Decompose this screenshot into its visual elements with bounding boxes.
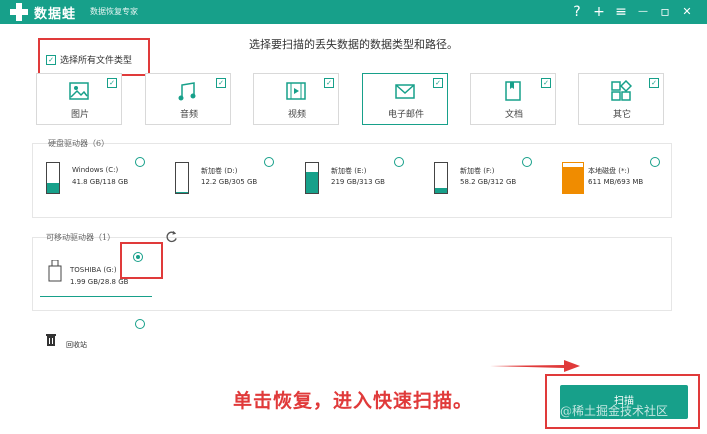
category-label: 电子邮件 bbox=[387, 110, 424, 120]
drive-c-radio[interactable] bbox=[135, 157, 145, 167]
select-all-highlight[interactable]: ✓ 选择所有文件类型 bbox=[38, 38, 150, 76]
drive-name: 新加卷 (F:) bbox=[460, 167, 495, 175]
drive-f-radio[interactable] bbox=[522, 157, 532, 167]
drive-size: 58.2 GB/312 GB bbox=[460, 178, 517, 186]
drive-icon bbox=[434, 162, 448, 194]
drive-size: 41.8 GB/118 GB bbox=[72, 178, 129, 186]
drive-local-radio[interactable] bbox=[650, 157, 660, 167]
drive-name: 新加卷 (D:) bbox=[201, 167, 238, 175]
plus-icon[interactable]: + bbox=[590, 2, 608, 22]
drive-e-radio[interactable] bbox=[394, 157, 404, 167]
app-logo-icon bbox=[10, 3, 28, 21]
usb-radio[interactable] bbox=[133, 252, 143, 262]
select-all-checkbox[interactable]: ✓ bbox=[46, 55, 56, 65]
restore-icon[interactable]: ▫ bbox=[656, 2, 674, 22]
recycle-radio[interactable] bbox=[135, 319, 145, 329]
drive-name: Windows (C:) bbox=[72, 166, 119, 174]
select-all-label: 选择所有文件类型 bbox=[60, 56, 133, 66]
arrow-annotation-icon bbox=[490, 360, 580, 372]
audio-icon bbox=[178, 82, 196, 101]
watermark: @稀土掘金技术社区 bbox=[560, 404, 669, 418]
category-email[interactable]: ✓ 电子邮件 bbox=[362, 73, 448, 125]
drive-icon bbox=[562, 162, 584, 194]
drive-size: 611 MB/693 MB bbox=[588, 178, 644, 186]
other-icon bbox=[611, 80, 632, 101]
category-audio[interactable]: ✓ 音频 bbox=[145, 73, 231, 125]
minimize-icon[interactable]: — bbox=[634, 2, 652, 22]
main-area: 选择要扫描的丢失数据的数据类型和路径。 ✓ 选择所有文件类型 ✓ 图片 ✓ 音频… bbox=[0, 24, 707, 434]
video-icon bbox=[286, 82, 306, 100]
drive-icon bbox=[46, 162, 60, 194]
category-other[interactable]: ✓ 其它 bbox=[578, 73, 664, 125]
image-icon bbox=[69, 82, 89, 100]
recycle-bin-label: 回收站 bbox=[66, 341, 87, 349]
category-checkbox[interactable]: ✓ bbox=[433, 78, 443, 88]
category-checkbox[interactable]: ✓ bbox=[107, 78, 117, 88]
category-document[interactable]: ✓ 文档 bbox=[470, 73, 556, 125]
category-checkbox[interactable]: ✓ bbox=[324, 78, 334, 88]
app-subtitle: 数据恢复专家 bbox=[90, 7, 138, 16]
category-label: 文档 bbox=[504, 110, 523, 120]
removable-title: 可移动驱动器（1） bbox=[46, 233, 116, 242]
drive-d-radio[interactable] bbox=[264, 157, 274, 167]
drive-name: 本地磁盘 (*:) bbox=[588, 167, 630, 175]
category-label: 音频 bbox=[179, 110, 198, 120]
usb-drive-size: 1.99 GB/28.8 GB bbox=[70, 278, 129, 286]
close-icon[interactable]: ✕ bbox=[678, 2, 696, 22]
category-video[interactable]: ✓ 视频 bbox=[253, 73, 339, 125]
drive-e[interactable]: 新加卷 (E:) 219 GB/313 GB bbox=[305, 152, 425, 197]
title-bar: 数据蛙 数据恢复专家 ? + ≡ — ▫ ✕ bbox=[0, 0, 707, 24]
document-icon bbox=[505, 81, 521, 101]
category-label: 图片 bbox=[70, 110, 89, 120]
category-label: 视频 bbox=[287, 110, 306, 120]
menu-icon[interactable]: ≡ bbox=[612, 2, 630, 22]
category-label: 其它 bbox=[612, 110, 631, 120]
drive-size: 219 GB/313 GB bbox=[331, 178, 385, 186]
category-checkbox[interactable]: ✓ bbox=[541, 78, 551, 88]
recycle-bin-icon[interactable] bbox=[44, 332, 58, 346]
category-checkbox[interactable]: ✓ bbox=[216, 78, 226, 88]
drive-icon bbox=[175, 162, 189, 194]
category-image[interactable]: ✓ 图片 bbox=[36, 73, 122, 125]
refresh-icon[interactable] bbox=[165, 230, 178, 243]
help-icon[interactable]: ? bbox=[568, 2, 586, 22]
drive-name: 新加卷 (E:) bbox=[331, 167, 367, 175]
usb-drive-icon bbox=[48, 260, 62, 282]
app-title: 数据蛙 bbox=[34, 7, 77, 22]
category-checkbox[interactable]: ✓ bbox=[649, 78, 659, 88]
email-icon bbox=[395, 84, 415, 99]
drive-d[interactable]: 新加卷 (D:) 12.2 GB/305 GB bbox=[175, 152, 295, 197]
usb-drive-name: TOSHIBA (G:) bbox=[70, 266, 117, 274]
drive-f[interactable]: 新加卷 (F:) 58.2 GB/312 GB bbox=[434, 152, 554, 197]
drive-icon bbox=[305, 162, 319, 194]
instruction-annotation: 单击恢复，进入快速扫描。 bbox=[233, 390, 474, 412]
drive-size: 12.2 GB/305 GB bbox=[201, 178, 258, 186]
drive-local[interactable]: 本地磁盘 (*:) 611 MB/693 MB bbox=[562, 152, 682, 197]
drive-c[interactable]: Windows (C:) 41.8 GB/118 GB bbox=[46, 152, 166, 197]
hard-drives-title: 硬盘驱动器（6） bbox=[48, 139, 110, 148]
